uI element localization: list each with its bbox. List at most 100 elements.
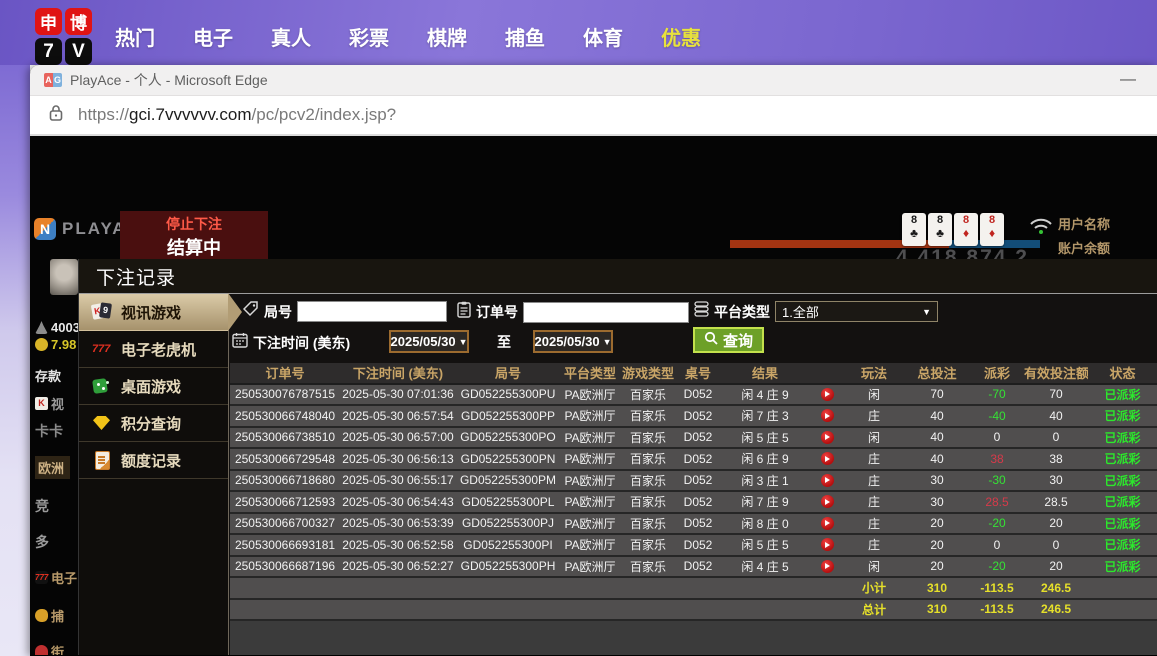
- cell-play-type: 闲: [844, 429, 904, 446]
- left-menu-item-10[interactable]: 捕: [35, 606, 64, 625]
- sidebar-tab-1[interactable]: 视讯游戏: [79, 294, 228, 331]
- order-number-input[interactable]: [523, 302, 689, 323]
- window-title: PlayAce - 个人 - Microsoft Edge: [70, 70, 268, 90]
- left-menu-item-label: 存款: [35, 366, 61, 385]
- cell-bet-time: 2025-05-30 06:55:17: [340, 473, 456, 487]
- cell-bet-time: 2025-05-30 06:53:39: [340, 516, 456, 530]
- url-text[interactable]: https://gci.7vvvvvv.com/pc/pcv2/index.js…: [78, 105, 396, 125]
- total-bet: 310: [904, 581, 970, 595]
- left-menu-item-1[interactable]: 4003: [35, 320, 80, 335]
- sidebar-tab-5[interactable]: 额度记录: [79, 442, 228, 479]
- cell-valid-bet: 40: [1024, 409, 1088, 423]
- cell-platform: PA欧洲厅: [560, 558, 620, 575]
- nav-item-3[interactable]: 真人: [269, 22, 313, 51]
- sidebar-tab-label: 电子老虎机: [121, 339, 196, 360]
- play-replay-icon[interactable]: [821, 495, 834, 508]
- favicon-letter: A: [44, 73, 53, 87]
- total-valid-bet: 246.5: [1024, 581, 1088, 595]
- nav-item-8[interactable]: 优惠: [659, 22, 703, 51]
- cell-round-number: GD052255300PJ: [456, 516, 560, 530]
- site-left-menu: 4003 7.98 存款 K视卡卡欧洲竞多 777电子捕街: [30, 256, 78, 655]
- cell-payout: -20: [970, 559, 1024, 573]
- cell-round-number: GD052255300PM: [456, 473, 560, 487]
- nav-item-1[interactable]: 热门: [113, 22, 157, 51]
- date-range-to-label: 至: [497, 332, 511, 352]
- cell-status-badge: 已派彩: [1088, 536, 1157, 553]
- window-titlebar[interactable]: A G PlayAce - 个人 - Microsoft Edge —: [30, 65, 1157, 96]
- round-number-input[interactable]: [297, 301, 447, 322]
- table-row-9: 2505300666871962025-05-30 06:52:27GD0522…: [230, 557, 1157, 579]
- left-menu-item-9[interactable]: 777电子: [35, 568, 77, 587]
- lock-icon[interactable]: [48, 104, 64, 127]
- left-menu-item-8[interactable]: 多: [35, 532, 49, 552]
- left-menu-item-label: 卡卡: [35, 421, 63, 441]
- cell-payout: 38: [970, 452, 1024, 466]
- left-menu-item-4[interactable]: K视: [35, 394, 64, 413]
- modal-sidebar: 视讯游戏电子老虎机桌面游戏积分查询额度记录: [79, 294, 229, 655]
- url-path: /pc/pcv2/index.jsp?: [252, 105, 397, 124]
- sidebar-tab-label: 桌面游戏: [121, 376, 181, 397]
- cell-payout: -70: [970, 387, 1024, 401]
- header-cell-13: 状态: [1088, 363, 1157, 382]
- total-label: 小计: [844, 579, 904, 596]
- table-row-8: 2505300666931812025-05-30 06:52:58GD0522…: [230, 535, 1157, 557]
- date-from-picker[interactable]: 2025/05/30 ▼: [389, 330, 469, 353]
- left-menu-item-7[interactable]: 竞: [35, 496, 49, 516]
- platform-type-select[interactable]: 1.全部 ▼: [775, 301, 938, 322]
- play-replay-icon[interactable]: [821, 560, 834, 573]
- nav-item-4[interactable]: 彩票: [347, 22, 391, 51]
- left-menu-item-label: 街: [51, 642, 64, 655]
- left-menu-item-11[interactable]: 街: [35, 642, 64, 655]
- cell-play-type: 庄: [844, 472, 904, 489]
- search-button[interactable]: 查询: [693, 327, 764, 353]
- cell-round-number: GD052255300PO: [456, 430, 560, 444]
- nav-item-2[interactable]: 电子: [191, 22, 235, 51]
- cell-play-type: 闲: [844, 558, 904, 575]
- left-menu-item-5[interactable]: 卡卡: [35, 421, 63, 441]
- left-menu-item-6[interactable]: 欧洲: [35, 456, 70, 479]
- cell-valid-bet: 28.5: [1024, 495, 1088, 509]
- play-replay-icon[interactable]: [821, 517, 834, 530]
- cell-round-number: GD052255300PL: [456, 495, 560, 509]
- cell-total-bet: 20: [904, 516, 970, 530]
- left-menu-item-label: 电子: [51, 568, 77, 587]
- play-replay-icon[interactable]: [821, 431, 834, 444]
- play-replay-icon[interactable]: [821, 474, 834, 487]
- date-to-picker[interactable]: 2025/05/30 ▼: [533, 330, 613, 353]
- cell-bet-time: 2025-05-30 06:52:58: [340, 538, 456, 552]
- header-cell-9: 玩法: [844, 363, 904, 382]
- cell-order-number: 250530066700327: [230, 516, 340, 530]
- cell-status-badge: 已派彩: [1088, 515, 1157, 532]
- table-body: 2505300767875152025-05-30 07:01:36GD0522…: [230, 385, 1157, 622]
- logo-cell: 7: [35, 38, 62, 65]
- subtotal-row: 小计310-113.5246.5: [230, 578, 1157, 600]
- sidebar-tab-4[interactable]: 积分查询: [79, 405, 228, 442]
- nav-item-6[interactable]: 捕鱼: [503, 22, 547, 51]
- banner-settling: 结算中: [120, 234, 268, 260]
- left-menu-item-label: 多: [35, 532, 49, 552]
- minimize-button[interactable]: —: [1113, 71, 1143, 89]
- cell-bet-time: 2025-05-30 06:56:13: [340, 452, 456, 466]
- table-status-banner: 停止下注 结算中: [120, 211, 268, 260]
- play-replay-icon[interactable]: [821, 388, 834, 401]
- nav-item-7[interactable]: 体育: [581, 22, 625, 51]
- gem-icon: [92, 414, 112, 432]
- cell-table-number: D052: [676, 452, 720, 466]
- play-replay-icon[interactable]: [821, 538, 834, 551]
- left-menu-item-2[interactable]: 7.98: [35, 337, 76, 352]
- cell-result: 闲 7 庄 3: [720, 407, 810, 424]
- play-replay-icon[interactable]: [821, 452, 834, 465]
- cell-total-bet: 30: [904, 473, 970, 487]
- sidebar-tab-3[interactable]: 桌面游戏: [79, 368, 228, 405]
- sidebar-tab-2[interactable]: 电子老虎机: [79, 331, 228, 368]
- cell-result: 闲 5 庄 5: [720, 536, 810, 553]
- play-replay-icon[interactable]: [821, 409, 834, 422]
- playace-mark-icon: N: [34, 218, 56, 240]
- user-avatar[interactable]: [50, 259, 78, 295]
- header-cell-1: 订单号: [230, 363, 340, 382]
- address-bar[interactable]: https://gci.7vvvvvv.com/pc/pcv2/index.js…: [30, 96, 1157, 136]
- tab-favicon: A G: [44, 73, 62, 87]
- left-menu-item-3[interactable]: 存款: [35, 366, 61, 385]
- cell-valid-bet: 38: [1024, 452, 1088, 466]
- nav-item-5[interactable]: 棋牌: [425, 22, 469, 51]
